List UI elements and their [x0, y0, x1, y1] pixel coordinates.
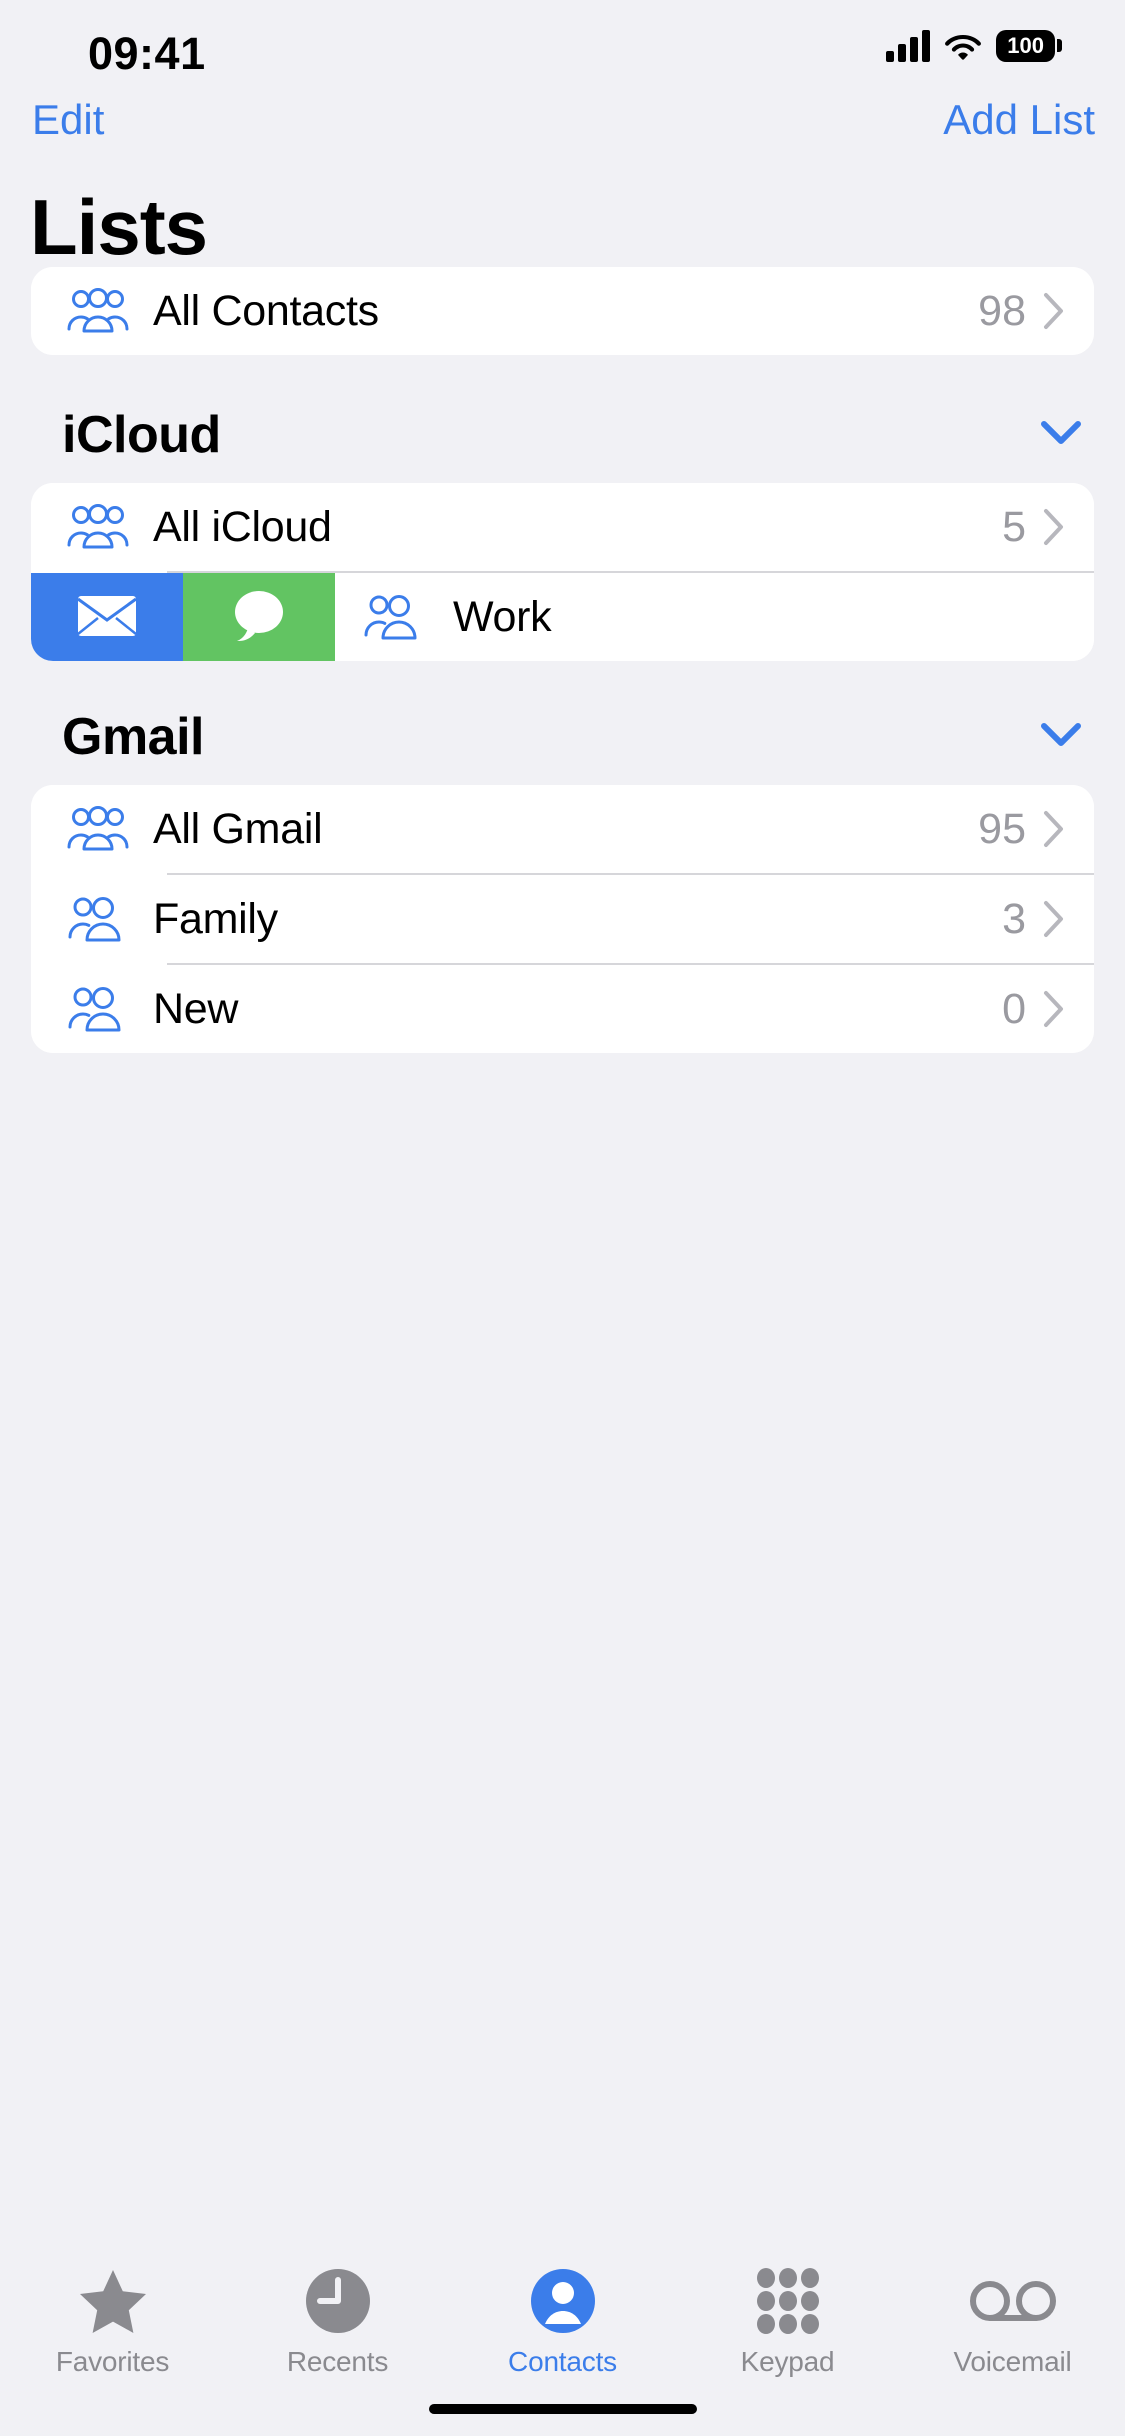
two-people-icon	[363, 593, 425, 641]
section-header-icloud[interactable]: iCloud	[0, 405, 1125, 465]
navigation-bar: Edit Add List	[0, 96, 1125, 166]
two-people-icon	[67, 985, 133, 1033]
cellular-bars-icon	[886, 30, 931, 62]
wifi-icon	[944, 31, 982, 61]
list-row-count: 5	[1002, 502, 1026, 551]
icloud-card: All iCloud 5 Work	[31, 483, 1094, 661]
two-people-icon	[67, 895, 133, 943]
three-people-icon	[67, 503, 133, 551]
list-row-family[interactable]: Family 3	[31, 875, 1094, 963]
tab-voicemail[interactable]: Voicemail	[900, 2268, 1125, 2378]
section-title: iCloud	[62, 406, 221, 464]
chevron-right-icon	[1040, 900, 1094, 938]
status-time: 09:41	[88, 28, 206, 79]
list-row-all-contacts[interactable]: All Contacts 98	[31, 267, 1094, 355]
keypad-dots-icon	[756, 2268, 820, 2334]
tab-recents[interactable]: Recents	[225, 2268, 450, 2378]
all-contacts-card: All Contacts 98	[31, 267, 1094, 355]
status-bar: 09:41 100	[0, 0, 1125, 90]
section-header-gmail[interactable]: Gmail	[0, 707, 1125, 767]
battery-icon: 100	[996, 30, 1062, 62]
chevron-right-icon	[1040, 810, 1094, 848]
list-row-label: Work	[453, 592, 552, 641]
list-row-all-gmail[interactable]: All Gmail 95	[31, 785, 1094, 873]
star-icon	[77, 2268, 149, 2334]
three-people-icon	[67, 287, 133, 335]
list-row-work-swiped[interactable]: Work	[31, 573, 1094, 661]
speech-bubble-icon	[230, 588, 288, 647]
section-title: Gmail	[62, 708, 205, 766]
chevron-right-icon	[1040, 990, 1094, 1028]
person-circle-icon	[529, 2268, 597, 2334]
list-row-label: All iCloud	[153, 502, 332, 551]
tab-label: Voicemail	[953, 2346, 1072, 2377]
list-row-new[interactable]: New 0	[31, 965, 1094, 1053]
edit-button[interactable]: Edit	[32, 96, 104, 144]
battery-level: 100	[1007, 33, 1044, 58]
status-indicators: 100	[886, 30, 1062, 62]
list-row-count: 98	[978, 286, 1026, 335]
chevron-right-icon	[1040, 508, 1094, 546]
clock-icon	[304, 2268, 372, 2334]
tab-label: Recents	[286, 2346, 389, 2377]
envelope-icon	[76, 593, 138, 642]
three-people-icon	[67, 805, 133, 853]
list-row-count: 95	[978, 804, 1026, 853]
list-row-count: 3	[1002, 894, 1026, 943]
chevron-down-icon[interactable]	[1039, 721, 1083, 754]
home-indicator	[428, 2404, 697, 2414]
gmail-card: All Gmail 95 Family 3 New 0	[31, 785, 1094, 1053]
list-row-label: Family	[153, 894, 278, 943]
add-list-button[interactable]: Add List	[943, 96, 1095, 144]
tab-label: Contacts	[508, 2346, 617, 2377]
list-row-all-icloud[interactable]: All iCloud 5	[31, 483, 1094, 571]
list-row-label: New	[153, 984, 239, 1033]
tab-keypad[interactable]: Keypad	[675, 2268, 900, 2378]
voicemail-icon	[969, 2268, 1057, 2334]
tab-label: Keypad	[740, 2346, 835, 2377]
list-row-label: All Contacts	[153, 286, 379, 335]
list-row-label: All Gmail	[153, 804, 323, 853]
tab-label: Favorites	[55, 2346, 170, 2377]
tab-favorites[interactable]: Favorites	[0, 2268, 225, 2378]
list-row-count: 0	[1002, 984, 1026, 1033]
message-action-button[interactable]	[183, 573, 335, 661]
page-title: Lists	[30, 183, 208, 271]
tab-contacts[interactable]: Contacts	[450, 2268, 675, 2378]
mail-action-button[interactable]	[31, 573, 183, 661]
list-row-work[interactable]: Work	[335, 573, 1094, 661]
contacts-lists-screen: 09:41 100 Edit Add List Lists All Contac…	[0, 0, 1125, 2436]
chevron-right-icon	[1040, 292, 1094, 330]
chevron-down-icon[interactable]	[1039, 419, 1083, 452]
